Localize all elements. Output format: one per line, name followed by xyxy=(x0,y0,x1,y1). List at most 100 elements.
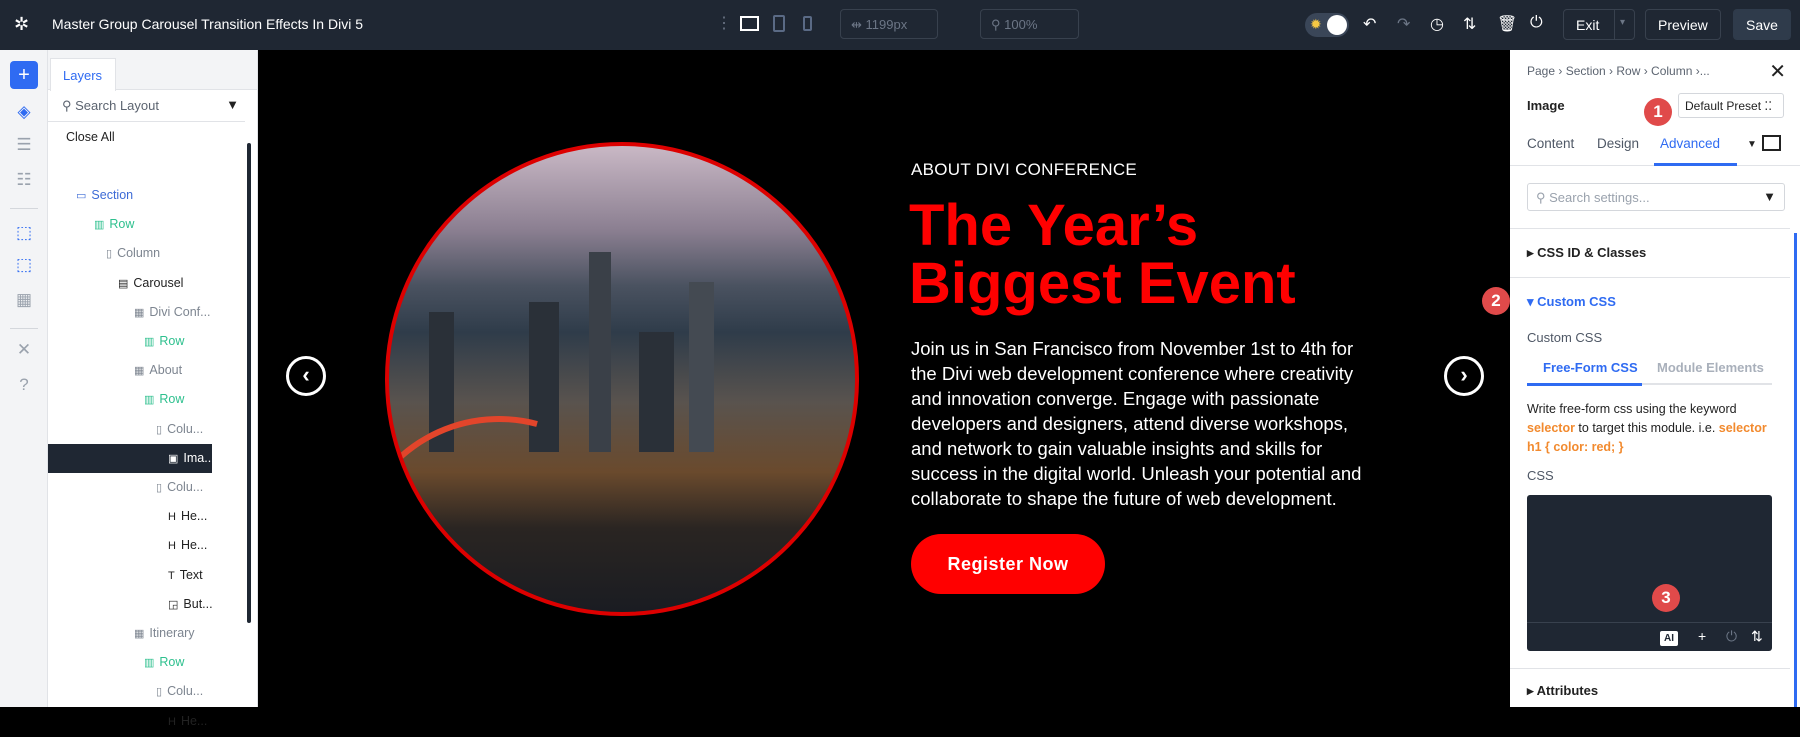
layer-item[interactable]: ▯ Colu... xyxy=(156,415,203,444)
desktop-view-icon[interactable] xyxy=(740,16,759,31)
layers-panel: Layers ⚲ Search Layout ▼ Close All ▭ Secti… xyxy=(48,50,258,728)
layer-label: Row xyxy=(159,392,185,407)
width-icon: ⇹ xyxy=(851,17,866,32)
layer-item[interactable]: H He... xyxy=(168,502,207,531)
tools-icon[interactable]: ✕ xyxy=(10,340,38,360)
group-custom-css[interactable]: ▾ Custom CSS xyxy=(1527,294,1616,310)
layer-item[interactable]: ▯ Column xyxy=(106,239,160,268)
layer-item[interactable]: ▣ Ima... xyxy=(48,443,215,473)
undo-icon[interactable]: ↶ xyxy=(1363,14,1376,34)
scrollbar[interactable] xyxy=(1794,233,1797,707)
settings-panel: Page › Section › Row › Column ›... ✕ Ima… xyxy=(1510,50,1800,707)
layer-item[interactable]: ▥ Row xyxy=(144,648,184,677)
divider xyxy=(1510,668,1790,669)
tab-advanced[interactable]: Advanced xyxy=(1660,136,1720,151)
power-icon[interactable]: ⏻ xyxy=(1530,14,1543,32)
row-icon: ▥ xyxy=(94,219,105,232)
layer-item[interactable]: ▦ Itinerary xyxy=(134,619,195,648)
headline: The Year’s Biggest Event xyxy=(909,197,1296,313)
tab-content[interactable]: Content xyxy=(1527,136,1574,151)
save-button[interactable]: Save xyxy=(1733,9,1791,40)
close-all-button[interactable]: Close All xyxy=(66,123,115,152)
divider xyxy=(1510,228,1790,229)
layer-item[interactable]: ▥ Row xyxy=(94,210,134,239)
image-icon: ▣ xyxy=(168,452,179,465)
phone-view-icon[interactable] xyxy=(803,16,812,31)
group-css-id-classes[interactable]: ▸ CSS ID & Classes xyxy=(1527,245,1646,261)
settings-search[interactable]: ⚲ Search settings... ▼ xyxy=(1527,183,1785,211)
layer-item[interactable]: ▯ Colu... xyxy=(156,677,203,706)
layer-item[interactable]: H He... xyxy=(168,531,207,560)
help-icon[interactable]: ? xyxy=(10,375,38,395)
width-field[interactable]: ⇹ 1199px xyxy=(840,9,938,39)
divider xyxy=(10,328,38,329)
layer-item[interactable]: ▤ Carousel xyxy=(118,269,183,298)
select-icon[interactable]: ⬚ xyxy=(10,223,38,243)
layer-label: Colu... xyxy=(167,480,204,494)
tab-design[interactable]: Design xyxy=(1597,136,1639,151)
column-icon: ▯ xyxy=(156,482,163,494)
zoom-value: 100% xyxy=(1004,17,1038,32)
preview-button[interactable]: Preview xyxy=(1645,9,1721,40)
exit-button[interactable]: Exit ▾ xyxy=(1563,9,1635,40)
layer-label: Text xyxy=(179,567,203,582)
section-icon: ▭ xyxy=(76,190,87,202)
desc-text: to target this module. i.e. xyxy=(1574,421,1719,435)
desktop-view-icon[interactable] xyxy=(1762,135,1781,151)
more-vertical-icon[interactable]: ⋮ xyxy=(716,13,732,33)
gear-icon[interactable]: ✲ xyxy=(14,14,29,35)
scrollbar[interactable] xyxy=(247,143,251,623)
caret-down-icon[interactable]: ▼ xyxy=(1747,139,1757,150)
multi-select-icon[interactable]: ⬚ xyxy=(10,255,38,275)
add-icon[interactable]: + xyxy=(1698,628,1706,644)
database-icon[interactable]: ☰ xyxy=(10,135,38,155)
history-icon[interactable]: ◷ xyxy=(1430,14,1444,34)
chevron-down-icon[interactable]: ▾ xyxy=(1614,10,1630,39)
zoom-field[interactable]: ⚲ 100% xyxy=(980,9,1079,39)
layer-label: Divi Conf... xyxy=(149,304,211,319)
add-icon[interactable]: + xyxy=(10,61,38,89)
filter-icon[interactable]: ▼ xyxy=(1763,189,1776,204)
breadcrumb[interactable]: Page › Section › Row › Column ›... xyxy=(1527,64,1710,78)
register-button[interactable]: Register Now xyxy=(911,534,1105,594)
layer-item[interactable]: ▥ Row xyxy=(144,327,184,356)
ai-icon[interactable]: AI xyxy=(1660,631,1678,646)
layer-item[interactable]: ▥ Row xyxy=(144,385,184,414)
prev-slide-arrow[interactable]: ‹ xyxy=(286,356,326,396)
layer-item[interactable]: ▦ Divi Conf... xyxy=(134,298,211,327)
trash-icon[interactable]: 🗑 xyxy=(1497,14,1517,34)
tablet-view-icon[interactable] xyxy=(773,15,785,32)
tab-module-elements[interactable]: Module Elements xyxy=(1657,360,1764,375)
column-icon: ▯ xyxy=(106,248,113,261)
theme-toggle[interactable]: ✹ xyxy=(1305,13,1349,37)
layers-icon[interactable]: ◈ xyxy=(10,102,38,122)
tab-layers[interactable]: Layers xyxy=(50,58,116,91)
layer-item[interactable]: ▯ Colu... xyxy=(156,473,203,502)
layout-icon[interactable]: ☷ xyxy=(10,170,38,190)
layer-item[interactable]: ▭ Section xyxy=(76,181,133,210)
redo-icon[interactable]: ↷ xyxy=(1397,14,1410,34)
group-attributes[interactable]: ▸ Attributes xyxy=(1527,683,1598,699)
filter-icon[interactable]: ▼ xyxy=(226,97,239,112)
layer-label: Row xyxy=(159,334,185,348)
layer-item[interactable]: ▦ About xyxy=(134,356,182,385)
css-editor[interactable]: AI + ⏻ ⇅ xyxy=(1527,495,1772,651)
preview-layout-icon[interactable]: ▦ xyxy=(10,290,38,310)
tab-free-form-css[interactable]: Free-Form CSS xyxy=(1543,360,1638,375)
layer-item[interactable]: ◲ But... xyxy=(168,590,213,619)
power-icon[interactable]: ⏻ xyxy=(1726,628,1737,645)
group-label: Custom CSS xyxy=(1537,294,1616,309)
active-subtab-indicator xyxy=(1527,383,1642,386)
preset-icon: ⁚⁚ xyxy=(1764,99,1773,113)
layer-item[interactable]: T Text xyxy=(168,561,203,590)
css-description: Write free-form css using the keyword se… xyxy=(1527,400,1782,457)
next-slide-arrow[interactable]: › xyxy=(1444,356,1484,396)
close-icon[interactable]: ✕ xyxy=(1769,59,1786,84)
city-image[interactable] xyxy=(385,142,859,616)
preset-dropdown[interactable]: Default Preset ⁚⁚ xyxy=(1678,93,1784,118)
layer-item[interactable]: H He... xyxy=(168,707,207,736)
layers-search[interactable]: ⚲ Search Layout ▼ xyxy=(48,90,245,122)
top-bar: ✲ Master Group Carousel Transition Effec… xyxy=(0,0,1800,50)
sort-icon[interactable]: ⇅ xyxy=(1751,628,1763,645)
sort-icon[interactable]: ⇅ xyxy=(1463,14,1476,34)
